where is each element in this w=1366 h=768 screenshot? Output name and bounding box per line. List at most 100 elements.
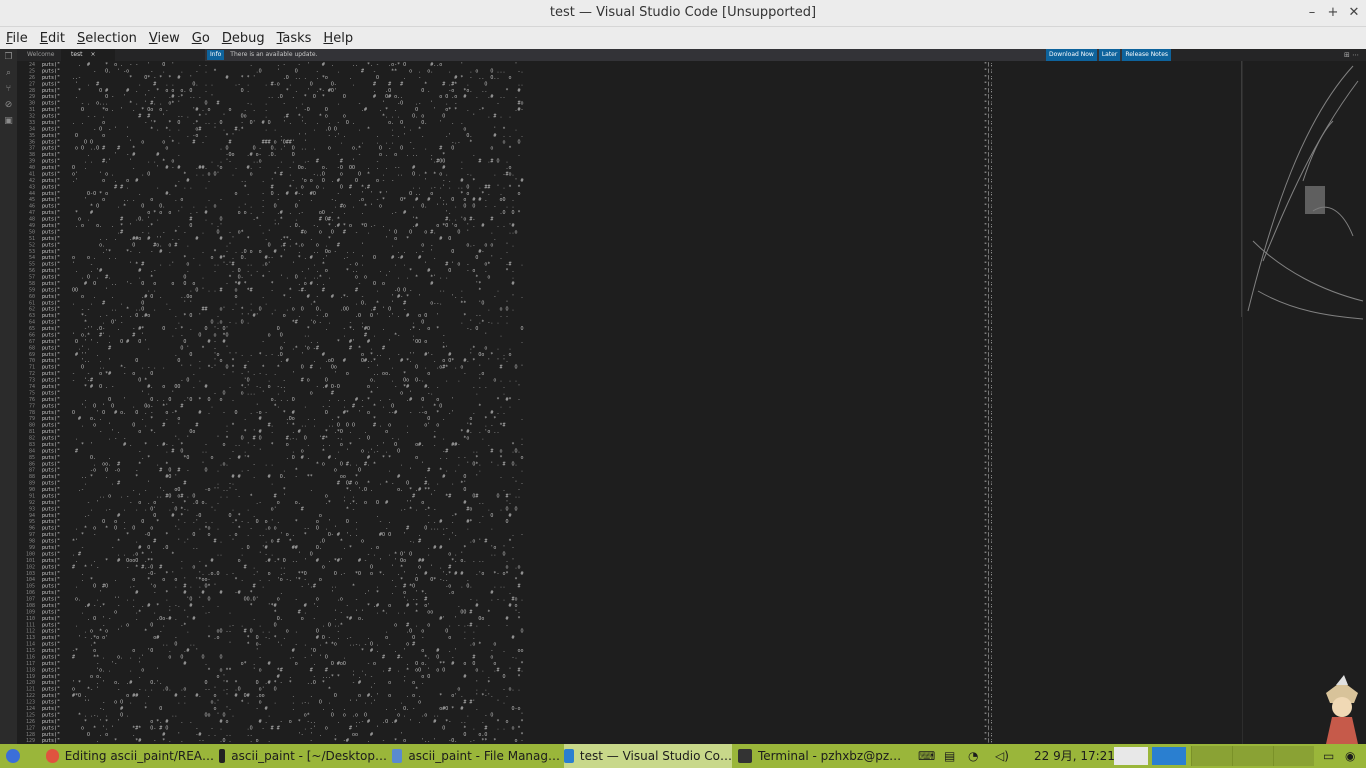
maximize-button[interactable]: + [1323, 3, 1343, 23]
clock[interactable]: 22 9月, 17:21 [1034, 744, 1115, 768]
line-number: 27 [29, 81, 35, 87]
code-line-prefix: puts(" [42, 622, 60, 628]
chrome-icon [46, 749, 59, 763]
later-button[interactable]: Later [1098, 49, 1121, 61]
keyboard-icon[interactable]: ⌨ [918, 748, 935, 764]
code-line-suffix: "); [984, 94, 993, 100]
ascii-art-row: ..- * O* - * * # ' # * * ' .O .. . . *o … [72, 75, 524, 81]
code-line-suffix: "); [984, 539, 993, 545]
code-line-prefix: puts(" [42, 262, 60, 268]
source-control-icon[interactable]: ⑂ [0, 81, 17, 97]
ascii-art-row: O O ' o o * . # - # ### o 'O##' ' . . . … [72, 139, 524, 145]
user-icon[interactable]: ◉ [1345, 748, 1355, 764]
code-line-prefix: puts(" [42, 332, 60, 338]
clipboard-icon[interactable]: ▤ [944, 748, 955, 764]
ascii-art-row: -'' .O- . - #* O - * . O '- O' O * . - *… [72, 326, 524, 332]
start-menu-icon [6, 749, 20, 763]
line-number: 34 [29, 126, 35, 132]
taskbar-item-label: test — Visual Studio Co… [579, 749, 732, 763]
code-line-suffix: "); [984, 268, 993, 274]
window-title: test — Visual Studio Code [Unsupported] [549, 5, 817, 20]
close-button[interactable]: ✕ [1344, 3, 1364, 23]
menu-file[interactable]: File [0, 31, 34, 46]
workspace-3[interactable] [1273, 746, 1314, 766]
menu-selection[interactable]: Selection [71, 31, 143, 46]
code-line-suffix: "); [984, 487, 993, 493]
line-number: 35 [29, 133, 35, 139]
taskbar-item-vscode[interactable]: test — Visual Studio Co… [564, 744, 732, 768]
code-line-suffix: "); [984, 506, 993, 512]
code-line-prefix: puts(" [42, 358, 60, 364]
taskbar-item-pycharm[interactable]: ascii_paint - [~/Desktop… [219, 744, 387, 768]
code-line-suffix: "); [984, 461, 993, 467]
monitor-icon[interactable]: ▭ [1323, 748, 1334, 764]
code-line-suffix: "); [984, 107, 993, 113]
line-number: 74 [29, 384, 35, 390]
vscode-workspace-icon[interactable] [1152, 747, 1186, 765]
code-line-prefix: puts(" [42, 687, 60, 693]
tab-test[interactable]: test × [61, 49, 115, 61]
line-number: 113 [26, 635, 35, 641]
ascii-art-row: . O . #. . * O . * O- ' * ' . O . ..* . … [72, 275, 524, 281]
code-line-suffix: "); [984, 255, 993, 261]
code-line-prefix: puts(" [42, 642, 60, 648]
line-number: 32 [29, 114, 35, 120]
code-area[interactable]: puts(" "); . # * o . - - ' O ' . . . . - … [42, 61, 1232, 744]
code-line-suffix: "); [984, 667, 993, 673]
close-tab-icon[interactable]: × [90, 51, 95, 58]
line-number: 64 [29, 320, 35, 326]
code-line-prefix: puts(" [42, 390, 60, 396]
code-line-suffix: "); [984, 114, 993, 120]
minimize-button[interactable]: – [1302, 3, 1322, 23]
line-number: 54 [29, 255, 35, 261]
line-number: 68 [29, 345, 35, 351]
menu-go[interactable]: Go [186, 31, 216, 46]
line-number: 70 [29, 358, 35, 364]
code-line-suffix: "); [984, 390, 993, 396]
line-number: 47 [29, 210, 35, 216]
line-number: 28 [29, 88, 35, 94]
code-line-suffix: "); [984, 436, 993, 442]
wifi-icon[interactable]: ◔ [968, 748, 978, 764]
taskbar-item-terminal[interactable]: Terminal - pzhxbz@pz… [738, 744, 906, 768]
line-number: 119 [26, 674, 35, 680]
menu-help[interactable]: Help [317, 31, 359, 46]
line-number: 96 [29, 526, 35, 532]
explorer-icon[interactable]: ❐ [0, 49, 17, 65]
menu-tasks[interactable]: Tasks [271, 31, 318, 46]
taskbar-item-file-manager[interactable]: ascii_paint - File Manag… [392, 744, 560, 768]
menu-debug[interactable]: Debug [216, 31, 271, 46]
start-menu-button[interactable] [6, 744, 28, 768]
editor[interactable]: 24 25 26 27 28 29 30 31 32 33 34 35 36 37 38 39 40 41 42 43… [17, 61, 1242, 744]
line-number: 31 [29, 107, 35, 113]
menu-edit[interactable]: Edit [34, 31, 71, 46]
volume-icon[interactable]: ◁) [995, 748, 1009, 764]
line-number: 39 [29, 159, 35, 165]
editor-actions[interactable]: ⊞ ⋯ [1344, 49, 1366, 61]
code-line-suffix: "); [984, 191, 993, 197]
release-notes-button[interactable]: Release Notes [1122, 49, 1172, 61]
code-line-prefix: puts(" [42, 545, 60, 551]
line-number: 72 [29, 371, 35, 377]
code-line-suffix: "); [984, 345, 993, 351]
workspace-1[interactable] [1191, 746, 1232, 766]
workspace-2[interactable] [1232, 746, 1273, 766]
taskbar-item-chrome[interactable]: Editing ascii_paint/REA… [46, 744, 214, 768]
line-number: 100 [26, 551, 35, 557]
code-line-suffix: "); [984, 629, 993, 635]
ascii-art-row: *- . - . . O .#o . * O ' . ' ' #' ' o . … [72, 313, 524, 319]
download-now-button[interactable]: Download Now [1046, 49, 1097, 61]
line-number: 84 [29, 448, 35, 454]
ascii-art-row: .- # O # * -O O * . o . - -* . O # [72, 513, 524, 519]
search-icon[interactable]: ⌕ [0, 65, 17, 81]
cpu-graph-icon[interactable] [1114, 747, 1148, 765]
line-number: 92 [29, 500, 35, 506]
extensions-icon[interactable]: ▣ [0, 113, 17, 129]
line-number: 60 [29, 294, 35, 300]
menu-view[interactable]: View [143, 31, 186, 46]
minimap[interactable] [1242, 61, 1366, 744]
debug-icon[interactable]: ⊘ [0, 97, 17, 113]
ascii-art-row: - O. ' -o - . . - . * .O ' O - . # - ** … [72, 68, 524, 74]
code-line-suffix: "); [984, 500, 993, 506]
code-line-prefix: puts(" [42, 526, 60, 532]
